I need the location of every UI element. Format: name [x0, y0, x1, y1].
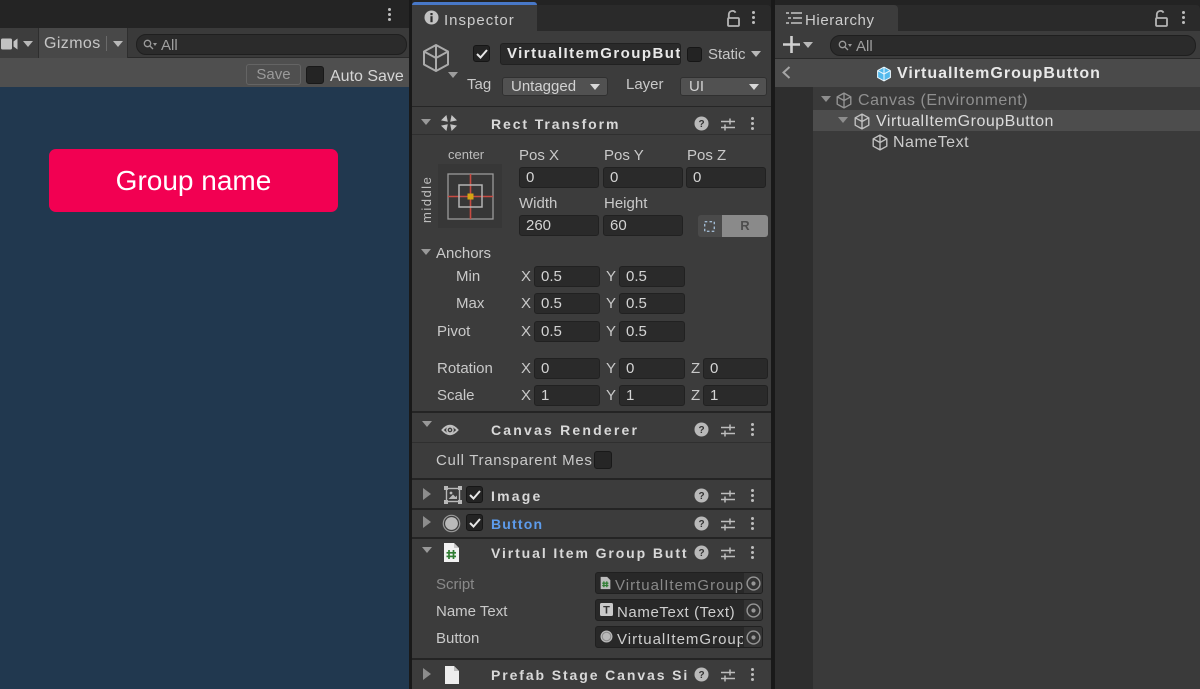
svg-text:?: ?: [698, 491, 704, 502]
svg-text:?: ?: [698, 119, 704, 130]
svg-text:?: ?: [698, 670, 704, 681]
svg-text:?: ?: [698, 548, 704, 559]
svg-text:T: T: [603, 605, 610, 617]
svg-text:?: ?: [698, 425, 704, 436]
svg-text:?: ?: [698, 519, 704, 530]
